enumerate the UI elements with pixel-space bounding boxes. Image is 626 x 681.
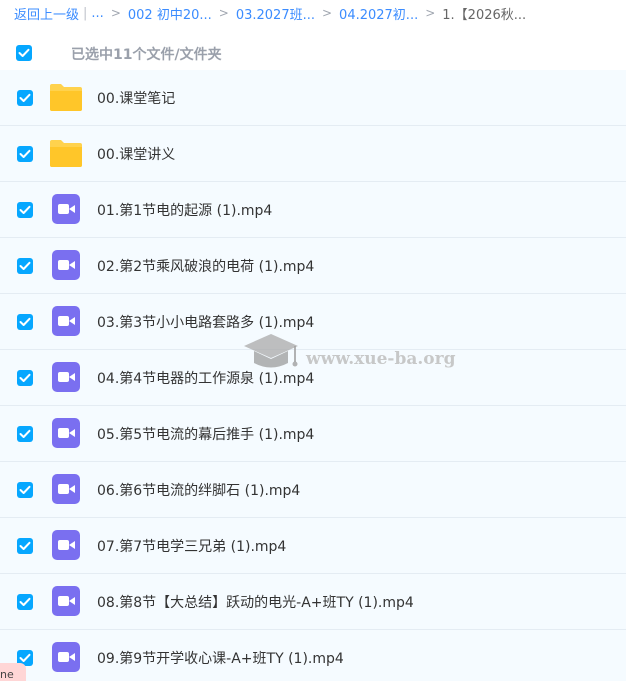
file-name[interactable]: 01.第1节电的起源 (1).mp4 (97, 200, 272, 220)
video-file-icon[interactable] (49, 642, 83, 672)
file-checkbox[interactable] (17, 538, 33, 554)
breadcrumb: 返回上一级 | ... > 002 初中20... > 03.2027班... … (0, 0, 626, 26)
folder-icon[interactable] (49, 138, 83, 168)
chevron-right-icon: > (218, 6, 229, 20)
file-checkbox[interactable] (17, 258, 33, 274)
file-row[interactable]: 04.第4节电器的工作源泉 (1).mp4 (0, 350, 626, 406)
select-all-checkbox[interactable] (16, 45, 32, 61)
file-checkbox[interactable] (17, 314, 33, 330)
file-checkbox[interactable] (17, 594, 33, 610)
breadcrumb-item-level-1[interactable]: 002 初中20... (128, 4, 212, 23)
file-checkbox[interactable] (17, 202, 33, 218)
check-icon (19, 597, 31, 606)
check-icon (19, 261, 31, 270)
video-file-icon[interactable] (49, 530, 83, 560)
selection-header: 已选中11个文件/文件夹 (0, 36, 626, 72)
video-file-icon[interactable] (49, 306, 83, 336)
file-list: 00.课堂笔记 00.课堂讲义 01.第1节电的起源 (1).mp4 02.第2… (0, 70, 626, 681)
file-row[interactable]: 03.第3节小小电路套路多 (1).mp4 (0, 294, 626, 350)
file-row[interactable]: 00.课堂讲义 (0, 126, 626, 182)
video-file-icon[interactable] (49, 194, 83, 224)
corner-badge[interactable]: ne (0, 663, 26, 681)
file-name[interactable]: 06.第6节电流的绊脚石 (1).mp4 (97, 480, 300, 500)
check-icon (19, 485, 31, 494)
check-icon (19, 429, 31, 438)
check-icon (19, 541, 31, 550)
file-row[interactable]: 09.第9节开学收心课-A+班TY (1).mp4 (0, 630, 626, 681)
file-checkbox[interactable] (17, 482, 33, 498)
selection-count-label: 已选中11个文件/文件夹 (71, 47, 222, 63)
breadcrumb-item-ellipsis[interactable]: ... (91, 6, 103, 21)
video-file-icon[interactable] (49, 586, 83, 616)
video-file-icon[interactable] (49, 474, 83, 504)
file-row[interactable]: 06.第6节电流的绊脚石 (1).mp4 (0, 462, 626, 518)
check-icon (19, 93, 31, 102)
breadcrumb-item-current: 1.【2026秋... (442, 7, 527, 23)
check-icon (19, 149, 31, 158)
breadcrumb-item-level-2[interactable]: 03.2027班... (236, 4, 315, 23)
file-checkbox[interactable] (17, 426, 33, 442)
file-name[interactable]: 08.第8节【大总结】跃动的电光-A+班TY (1).mp4 (97, 592, 414, 612)
file-row[interactable]: 07.第7节电学三兄弟 (1).mp4 (0, 518, 626, 574)
folder-icon[interactable] (49, 82, 83, 112)
back-link[interactable]: 返回上一级 (14, 4, 79, 23)
file-row[interactable]: 08.第8节【大总结】跃动的电光-A+班TY (1).mp4 (0, 574, 626, 630)
file-checkbox[interactable] (17, 90, 33, 106)
check-icon (19, 317, 31, 326)
file-name[interactable]: 02.第2节乘风破浪的电荷 (1).mp4 (97, 256, 314, 276)
file-name[interactable]: 04.第4节电器的工作源泉 (1).mp4 (97, 368, 314, 388)
chevron-right-icon: > (425, 6, 436, 20)
file-name[interactable]: 03.第3节小小电路套路多 (1).mp4 (97, 312, 314, 332)
file-row[interactable]: 05.第5节电流的幕后推手 (1).mp4 (0, 406, 626, 462)
breadcrumb-divider: | (83, 5, 88, 21)
file-name[interactable]: 00.课堂讲义 (97, 144, 175, 164)
breadcrumb-item-level-3[interactable]: 04.2027初... (339, 4, 418, 23)
video-file-icon[interactable] (49, 418, 83, 448)
file-browser: 返回上一级 | ... > 002 初中20... > 03.2027班... … (0, 0, 626, 681)
chevron-right-icon: > (321, 6, 333, 20)
file-row[interactable]: 01.第1节电的起源 (1).mp4 (0, 182, 626, 238)
file-checkbox[interactable] (17, 146, 33, 162)
file-row[interactable]: 00.课堂笔记 (0, 70, 626, 126)
file-row[interactable]: 02.第2节乘风破浪的电荷 (1).mp4 (0, 238, 626, 294)
check-icon (19, 653, 31, 662)
check-icon (19, 373, 31, 382)
file-name[interactable]: 05.第5节电流的幕后推手 (1).mp4 (97, 424, 314, 444)
chevron-right-icon: > (110, 6, 121, 20)
file-name[interactable]: 07.第7节电学三兄弟 (1).mp4 (97, 536, 286, 556)
file-checkbox[interactable] (17, 370, 33, 386)
check-icon (18, 48, 30, 57)
video-file-icon[interactable] (49, 250, 83, 280)
check-icon (19, 205, 31, 214)
file-name[interactable]: 09.第9节开学收心课-A+班TY (1).mp4 (97, 648, 344, 668)
video-file-icon[interactable] (49, 362, 83, 392)
file-name[interactable]: 00.课堂笔记 (97, 88, 175, 108)
